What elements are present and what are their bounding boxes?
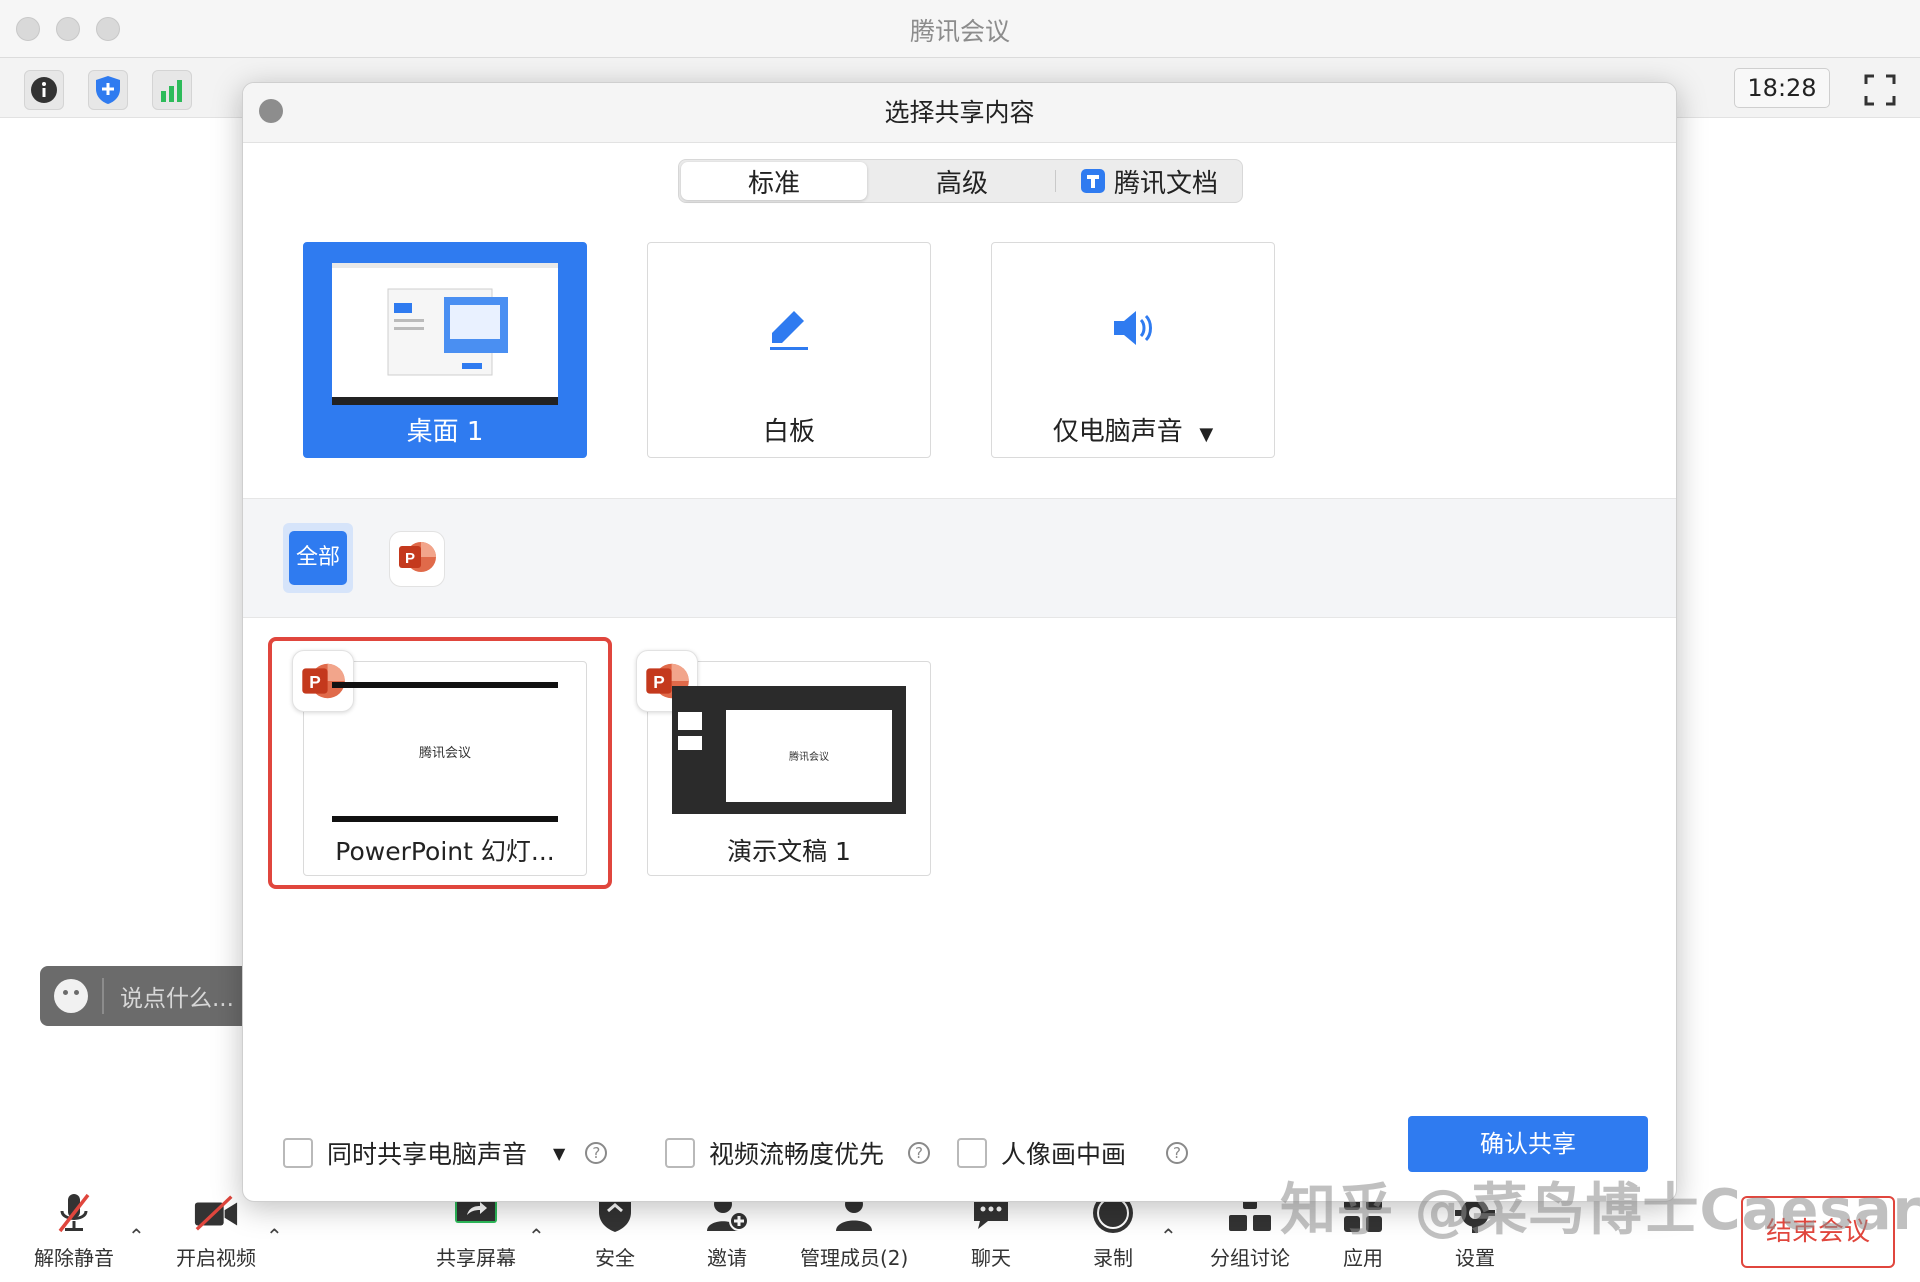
desktop-thumbnail [332,263,558,405]
portrait-pip-checkbox[interactable] [957,1138,987,1168]
breakout-label: 分组讨论 [1210,1246,1290,1270]
audio-options-caret[interactable]: ⌃ [128,1224,145,1248]
signal-strength-icon[interactable] [152,70,192,110]
share-audio-checkbox[interactable] [283,1138,313,1168]
dialog-header: 选择共享内容 [243,83,1676,143]
settings-label: 设置 [1455,1246,1495,1270]
tab-advanced[interactable]: 高级 [869,160,1055,202]
thumb-top-rule [332,682,558,688]
video-smoothness-label: 视频流畅度优先 [709,1140,885,1169]
start-video-button[interactable]: 开启视频 [176,1190,256,1271]
filter-powerpoint-chip[interactable]: P [389,531,445,587]
computer-audio-card[interactable]: 仅电脑声音 ▼ [991,242,1275,458]
chevron-down-icon[interactable]: ▼ [1199,424,1213,445]
thumb-slide-panel [678,712,702,730]
start-video-label: 开启视频 [176,1246,256,1270]
thumb-title-text: 腾讯会议 [418,746,471,761]
window-card-powerpoint[interactable]: P 腾讯会议 PowerPoint 幻灯... [292,650,587,876]
chat-divider [102,978,104,1014]
chat-button[interactable]: 聊天 [968,1190,1014,1271]
thumb-bottom-rule [332,816,558,822]
emoji-icon[interactable] [54,979,88,1013]
video-smoothness-checkbox[interactable] [665,1138,695,1168]
unmute-button[interactable]: 解除静音 [34,1190,114,1271]
tab-tencent-docs[interactable]: 腾讯文档 [1056,160,1242,202]
whiteboard-label: 白板 [762,417,815,447]
record-label: 录制 [1093,1246,1133,1270]
share-mode-tabs: 标准 高级 腾讯文档 [678,159,1243,203]
help-icon[interactable]: ? [1166,1142,1189,1164]
svg-text:P: P [309,672,321,692]
thumb-slide-panel-2 [678,736,702,750]
help-icon[interactable]: ? [908,1142,931,1164]
info-icon[interactable] [24,70,64,110]
tab-standard-label: 标准 [747,168,800,199]
security-shield-icon[interactable] [88,70,128,110]
chevron-down-icon[interactable]: ▼ [553,1144,565,1163]
share-content-dialog: 选择共享内容 标准 高级 腾讯文档 桌面 1 白板 仅电脑声音 ▼ 全部 P P… [242,82,1677,1202]
manage-members-button[interactable]: 管理成员(2) [800,1190,908,1271]
unmute-label: 解除静音 [34,1246,114,1270]
breakout-rooms-button[interactable]: 分组讨论 [1210,1190,1290,1271]
dialog-title: 选择共享内容 [884,98,1035,127]
share-computer-audio-option[interactable]: 同时共享电脑声音 ▼ ? [283,1135,608,1171]
video-options-caret[interactable]: ⌃ [266,1224,283,1248]
portrait-pip-option[interactable]: 人像画中画 ? [957,1135,1189,1171]
computer-audio-label: 仅电脑声音 ▼ [992,411,1274,448]
invite-label: 邀请 [707,1246,747,1270]
tab-tencent-docs-label: 腾讯文档 [1113,168,1218,199]
filter-all-label: 全部 [289,531,347,585]
dialog-close-button[interactable] [259,99,283,123]
pencil-icon [648,305,930,351]
window-card-presentation[interactable]: P 腾讯会议 演示文稿 1 [636,650,931,876]
fullscreen-icon[interactable] [1860,70,1900,110]
share-options-caret[interactable]: ⌃ [528,1224,545,1248]
share-audio-label: 同时共享电脑声音 [327,1140,528,1169]
computer-audio-text: 仅电脑声音 [1052,417,1183,447]
apps-label: 应用 [1343,1246,1383,1270]
window-titlebar: 腾讯会议 [0,0,1920,58]
meeting-clock: 18:28 [1734,68,1830,108]
manage-members-label: 管理成员(2) [800,1246,909,1270]
share-screen-label: 共享屏幕 [436,1246,516,1270]
zhihu-watermark: 知乎 @菜鸟博士Caesar [1280,1178,1920,1243]
help-icon[interactable]: ? [585,1142,608,1164]
powerpoint-icon: P [397,537,437,581]
window-card-presentation-label: 演示文稿 1 [727,837,851,866]
window-card-powerpoint-label: PowerPoint 幻灯... [335,837,555,866]
chat-label: 聊天 [971,1246,1011,1270]
security-label: 安全 [595,1246,635,1270]
tab-standard[interactable]: 标准 [681,162,867,200]
tab-advanced-label: 高级 [935,168,988,199]
thumb-slide-canvas: 腾讯会议 [726,710,892,802]
app-filter-strip: 全部 P [243,498,1676,618]
svg-text:P: P [405,550,415,567]
record-options-caret[interactable]: ⌃ [1160,1224,1177,1248]
microphone-muted-icon [51,1190,97,1236]
tencent-docs-icon [1080,168,1106,194]
desktop-1-card[interactable]: 桌面 1 [303,242,587,458]
invite-button[interactable]: 邀请 [704,1190,750,1271]
confirm-share-button[interactable]: 确认共享 [1408,1116,1648,1172]
filter-all-chip[interactable]: 全部 [283,523,353,593]
chat-placeholder: 说点什么... [120,986,234,1012]
svg-text:P: P [653,672,665,692]
video-smoothness-option[interactable]: 视频流畅度优先 ? [665,1135,931,1171]
record-button[interactable]: 录制 [1090,1190,1136,1271]
powerpoint-window-thumbnail: 腾讯会议 [332,676,558,826]
portrait-pip-label: 人像画中画 [1001,1140,1127,1169]
desktop-1-label: 桌面 1 [406,417,484,447]
thumb-slide-text: 腾讯会议 [789,752,829,763]
camera-off-icon [193,1190,239,1236]
presentation-window-thumbnail: 腾讯会议 [672,686,906,814]
security-button[interactable]: 安全 [592,1190,638,1271]
window-title: 腾讯会议 [909,17,1010,46]
whiteboard-card[interactable]: 白板 [647,242,931,458]
share-screen-button[interactable]: 共享屏幕 [436,1190,516,1271]
speaker-icon [992,305,1274,351]
